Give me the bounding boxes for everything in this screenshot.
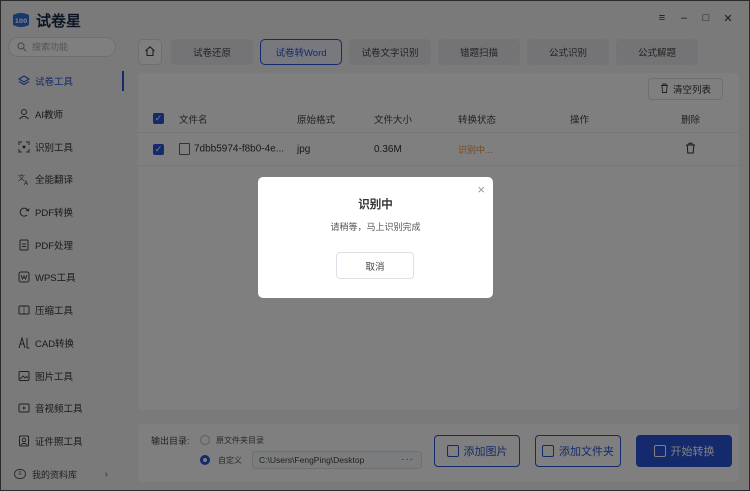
recognizing-dialog: × 识别中 请稍等，马上识别完成 取消 [258, 177, 493, 298]
dialog-cancel-button[interactable]: 取消 [336, 252, 414, 279]
dialog-title: 识别中 [358, 199, 393, 211]
dialog-close-icon[interactable]: × [477, 182, 485, 197]
dialog-message: 请稍等，马上识别完成 [330, 222, 421, 232]
